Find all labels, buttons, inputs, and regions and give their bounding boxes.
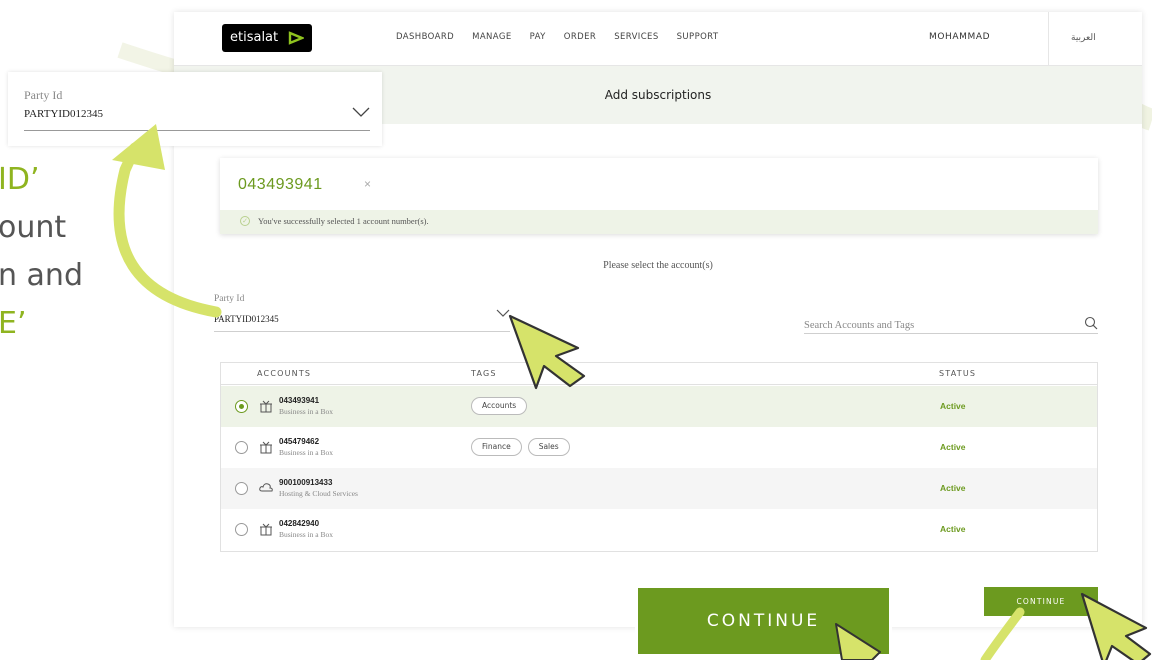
logo-mark-icon	[288, 31, 304, 45]
tag-finance[interactable]: Finance	[471, 438, 522, 456]
success-banner: ✓ You've successfully selected 1 account…	[220, 210, 1098, 234]
instruction-text: Please select the account(s)	[603, 260, 713, 271]
user-name[interactable]: MOHAMMAD	[929, 32, 990, 42]
account-radio[interactable]	[235, 482, 248, 495]
table-row[interactable]: 043493941 Business in a Box Accounts Act…	[221, 386, 1097, 427]
nav-pay[interactable]: PAY	[530, 32, 546, 42]
accounts-column-header: ACCOUNTS	[257, 369, 312, 378]
tutorial-text-line: n and	[0, 258, 83, 293]
account-radio[interactable]	[235, 441, 248, 454]
account-number: 045479462	[279, 437, 320, 446]
chevron-down-icon	[352, 107, 370, 117]
account-type: Business in a Box	[279, 448, 333, 457]
account-radio[interactable]	[235, 400, 248, 413]
zoom-underline	[24, 130, 370, 131]
status-badge: Active	[940, 483, 966, 493]
account-type: Business in a Box	[279, 530, 333, 539]
selected-account-number: 043493941	[238, 176, 323, 193]
selected-accounts-card: 043493941 × ✓ You've successfully select…	[220, 158, 1098, 234]
nav-order[interactable]: ORDER	[564, 32, 596, 42]
cloud-icon	[259, 483, 273, 492]
tag-sales[interactable]: Sales	[527, 438, 570, 456]
table-row[interactable]: 900100913433 Hosting & Cloud Services Ac…	[221, 468, 1097, 509]
search-input[interactable]: Search Accounts and Tags	[804, 320, 914, 331]
account-number: 900100913433	[279, 478, 333, 487]
table-row[interactable]: 045479462 Business in a Box Finance Sale…	[221, 427, 1097, 468]
party-id-label: Party Id	[214, 294, 245, 304]
account-number: 042842940	[279, 519, 320, 528]
chevron-down-icon[interactable]	[496, 308, 510, 318]
success-message: You've successfully selected 1 account n…	[258, 216, 429, 226]
tutorial-text-line: ID’	[0, 162, 40, 197]
account-tags: Accounts	[471, 397, 528, 415]
status-badge: Active	[940, 401, 966, 411]
zoom-party-id-label: Party Id	[24, 88, 63, 102]
search-accounts[interactable]: Search Accounts and Tags	[804, 316, 1098, 334]
status-column-header: STATUS	[939, 369, 977, 378]
nav-divider	[1048, 12, 1049, 66]
table-row[interactable]: 042842940 Business in a Box Active	[221, 509, 1097, 550]
party-id-value: PARTYID012345	[214, 314, 279, 324]
tutorial-side-text: ID’ ount n and E’	[0, 160, 140, 390]
tag-accounts[interactable]: Accounts	[471, 397, 528, 415]
account-tags: Finance Sales	[471, 438, 570, 456]
accounts-table: ACCOUNTS TAGS STATUS 043493941 Business …	[220, 362, 1098, 552]
status-badge: Active	[940, 442, 966, 452]
account-number: 043493941	[279, 396, 320, 405]
language-switch[interactable]: العربية	[1071, 32, 1096, 43]
nav-support[interactable]: SUPPORT	[677, 32, 719, 42]
tutorial-text-line: ount	[0, 210, 67, 245]
gift-icon	[260, 400, 272, 413]
status-badge: Active	[940, 524, 966, 534]
zoom-party-id-value: PARTYID012345	[24, 108, 103, 120]
search-icon[interactable]	[1084, 316, 1098, 330]
nav-links: DASHBOARD MANAGE PAY ORDER SERVICES SUPP…	[396, 32, 718, 42]
check-icon: ✓	[240, 216, 250, 226]
party-id-dropdown[interactable]: Party Id PARTYID012345	[214, 294, 510, 332]
tags-column-header: TAGS	[471, 369, 497, 378]
remove-account-button[interactable]: ×	[364, 177, 371, 191]
gift-icon	[260, 441, 272, 454]
account-type: Hosting & Cloud Services	[279, 489, 358, 498]
table-header: ACCOUNTS TAGS STATUS	[221, 363, 1097, 385]
top-navigation: etisalat DASHBOARD MANAGE PAY ORDER SERV…	[174, 12, 1142, 66]
account-type: Business in a Box	[279, 407, 333, 416]
etisalat-logo[interactable]: etisalat	[222, 24, 312, 52]
continue-button[interactable]: CONTINUE	[984, 587, 1098, 616]
nav-dashboard[interactable]: DASHBOARD	[396, 32, 454, 42]
zoomed-party-id-dropdown: Party Id PARTYID012345	[8, 72, 382, 146]
zoomed-continue-button: CONTINUE	[638, 588, 889, 654]
gift-icon	[260, 523, 272, 536]
tutorial-text-line: E’	[0, 306, 27, 341]
nav-services[interactable]: SERVICES	[614, 32, 658, 42]
logo-text: etisalat	[230, 30, 279, 45]
account-radio[interactable]	[235, 523, 248, 536]
nav-manage[interactable]: MANAGE	[472, 32, 512, 42]
